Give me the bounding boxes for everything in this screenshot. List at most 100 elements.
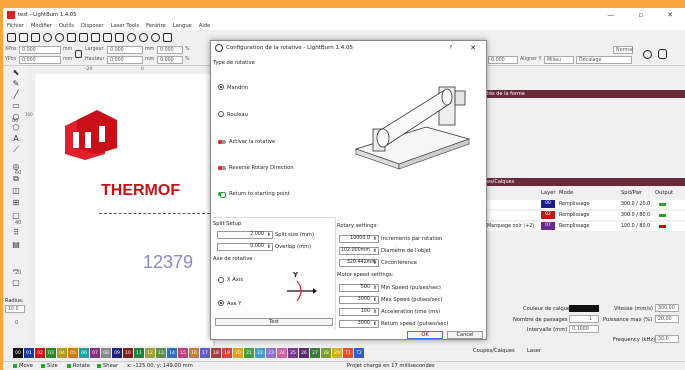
offset-select[interactable]: Décalage xyxy=(576,56,632,64)
grid-array-icon[interactable]: ⊞ xyxy=(11,198,21,207)
overlap-input[interactable]: 0.000 xyxy=(217,243,273,251)
camera-icon[interactable] xyxy=(658,49,667,59)
palette-swatch[interactable]: 17 xyxy=(200,348,210,358)
weld-icon[interactable]: ◫ xyxy=(11,186,21,195)
palette-swatch[interactable]: T1 xyxy=(343,348,353,358)
palette-swatch[interactable]: 14 xyxy=(167,348,177,358)
output-toggle[interactable] xyxy=(659,214,666,217)
rotation-input[interactable]: 0.000 xyxy=(488,56,518,64)
palette-swatch[interactable]: 11 xyxy=(134,348,144,358)
chuck-radio[interactable] xyxy=(218,84,224,90)
paste-icon[interactable] xyxy=(91,32,100,42)
x-axis-radio[interactable] xyxy=(218,277,224,283)
zoom-fit-icon[interactable] xyxy=(151,32,160,42)
palette-swatch[interactable]: 26 xyxy=(299,348,309,358)
measure-icon[interactable]: ⟋ xyxy=(11,145,21,154)
layer-mode[interactable]: Remplissage xyxy=(559,200,589,209)
help-icon[interactable]: ? xyxy=(449,45,452,51)
palette-swatch[interactable]: 05 xyxy=(68,348,78,358)
palette-swatch[interactable]: 24 xyxy=(277,348,287,358)
frequency-input[interactable]: 30,0 xyxy=(655,335,679,343)
align-y-select[interactable]: Milieu xyxy=(544,56,574,64)
rectangle-icon[interactable]: ▭ xyxy=(11,101,21,110)
palette-swatch[interactable]: 03 xyxy=(46,348,56,358)
menu-fenetre[interactable]: Fenêtre xyxy=(146,23,166,29)
min-speed-input[interactable]: 500 xyxy=(339,284,379,292)
palette-swatch[interactable]: 07 xyxy=(90,348,100,358)
tab-cuts-layers[interactable]: Coupes/Calques xyxy=(473,348,515,354)
tab-laser[interactable]: Laser xyxy=(527,348,541,354)
circumference-value[interactable]: 320.442mm xyxy=(339,259,379,267)
settings-icon[interactable] xyxy=(643,50,652,59)
palette-swatch[interactable]: 19 xyxy=(222,348,232,358)
save-icon[interactable] xyxy=(31,32,40,42)
return-start-toggle[interactable] xyxy=(218,192,226,198)
speed-input[interactable]: 300,00 xyxy=(655,304,679,312)
menu-fichier[interactable]: Fichier xyxy=(7,23,24,29)
xpos-input[interactable]: 0.000 xyxy=(19,46,61,54)
palette-swatch[interactable]: 06 xyxy=(79,348,89,358)
minimize-icon[interactable]: — xyxy=(607,11,614,19)
palette-swatch[interactable]: T2 xyxy=(354,348,364,358)
interval-input[interactable]: 0.1000 xyxy=(569,325,599,333)
power-input[interactable]: 20,00 xyxy=(655,315,679,323)
menu-disposer[interactable]: Disposer xyxy=(81,23,104,29)
reverse-direction-toggle[interactable] xyxy=(218,166,226,170)
menu-laser-tools[interactable]: Laser Tools xyxy=(111,23,140,29)
layer-mode[interactable]: Remplissage xyxy=(559,211,589,220)
maximize-icon[interactable]: ▫ xyxy=(638,11,643,19)
layer-row[interactable]: 02 Remplissage 300.0 / 80.0 xyxy=(483,211,685,220)
height-percent-input[interactable]: 0.000 xyxy=(157,56,183,64)
steps-per-rotation-input[interactable]: 10000.0 xyxy=(339,235,379,243)
palette-swatch[interactable]: 15 xyxy=(178,348,188,358)
layer-mode[interactable]: Remplissage xyxy=(559,222,589,231)
frame-icon[interactable] xyxy=(163,32,172,42)
zoom-out-icon[interactable] xyxy=(139,32,148,42)
grid-icon[interactable]: ⠿ xyxy=(11,228,21,237)
palette-swatch[interactable]: 10 xyxy=(123,348,133,358)
palette-swatch[interactable]: 02 xyxy=(35,348,45,358)
delete-icon[interactable] xyxy=(103,32,112,42)
palette-swatch[interactable]: 29 xyxy=(332,348,342,358)
lock-icon[interactable] xyxy=(75,50,82,58)
return-speed-input[interactable]: 3000 xyxy=(339,320,379,328)
menu-outils[interactable]: Outils xyxy=(59,23,74,29)
ypos-input[interactable]: 0.000 xyxy=(19,56,61,64)
tab-icon[interactable]: ▤ xyxy=(11,240,21,249)
y-axis-radio[interactable] xyxy=(218,300,224,306)
close-icon[interactable]: ✕ xyxy=(667,11,673,19)
palette-swatch[interactable]: 25 xyxy=(288,348,298,358)
font-select[interactable]: Normal xyxy=(613,46,633,54)
palette-swatch[interactable]: 23 xyxy=(266,348,276,358)
cancel-button[interactable]: Cancel xyxy=(447,331,483,339)
line-icon[interactable]: ╱ xyxy=(11,90,21,99)
palette-swatch[interactable]: 00 xyxy=(13,348,23,358)
menu-langue[interactable]: Langue xyxy=(173,23,192,29)
test-button[interactable]: Test xyxy=(215,318,333,326)
palette-swatch[interactable]: 08 xyxy=(101,348,111,358)
palette-swatch[interactable]: 09 xyxy=(112,348,122,358)
acceleration-input[interactable]: 100 xyxy=(339,308,379,316)
select-icon[interactable]: ⬉ xyxy=(11,68,21,77)
width-percent-input[interactable]: 0.000 xyxy=(157,46,183,54)
move-checkbox-icon[interactable] xyxy=(13,364,17,368)
enable-rotary-toggle[interactable] xyxy=(218,140,226,144)
palette-swatch[interactable]: 22 xyxy=(255,348,265,358)
palette-swatch[interactable]: 20 xyxy=(233,348,243,358)
layer-row[interactable]: Marquage noir (+2) 07 Remplissage 100.0 … xyxy=(483,222,685,231)
redo-icon[interactable] xyxy=(55,32,64,42)
palette-swatch[interactable]: 01 xyxy=(24,348,34,358)
undo-icon[interactable] xyxy=(43,32,52,42)
polygon-icon[interactable]: ⬠ xyxy=(11,123,21,132)
max-speed-input[interactable]: 3000 xyxy=(339,296,379,304)
palette-swatch[interactable]: 13 xyxy=(156,348,166,358)
workspace[interactable]: THERMOF 12379 xyxy=(35,74,213,346)
width-input[interactable]: 0.000 xyxy=(107,46,143,54)
menu-modifier[interactable]: Modifier xyxy=(31,23,52,29)
palette-swatch[interactable]: 18 xyxy=(211,348,221,358)
move-icon[interactable] xyxy=(115,32,124,42)
height-input[interactable]: 0.000 xyxy=(107,56,143,64)
output-toggle[interactable] xyxy=(659,203,666,206)
cut-icon[interactable] xyxy=(67,32,76,42)
palette-swatch[interactable]: 04 xyxy=(57,348,67,358)
